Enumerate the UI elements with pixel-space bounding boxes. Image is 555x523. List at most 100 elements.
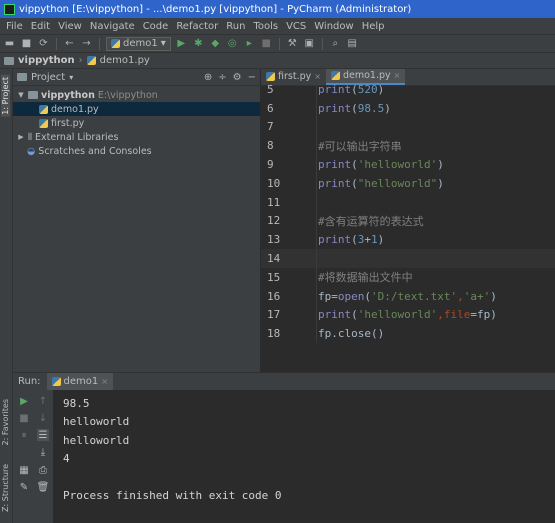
stop-icon[interactable]: ■ xyxy=(18,412,30,424)
line-number: 14 xyxy=(267,252,281,266)
code-line[interactable]: 9 print('helloworld') xyxy=(261,155,555,174)
down-icon[interactable]: ↓ xyxy=(37,412,49,424)
code-token: 1 xyxy=(371,233,378,247)
code-text: #可以输出字符串 xyxy=(318,138,402,154)
chevron-down-icon[interactable]: ▾ xyxy=(69,73,73,82)
code-token: ( xyxy=(351,158,358,172)
coverage-icon[interactable]: ◆ xyxy=(209,37,222,50)
wrench-icon[interactable]: ⚒ xyxy=(286,37,299,50)
tree-item-root[interactable]: ▼ vippython E:\vippython xyxy=(13,88,260,102)
profile-icon[interactable]: ◎ xyxy=(226,37,239,50)
menu-code[interactable]: Code xyxy=(139,21,173,32)
line-number: 7 xyxy=(267,120,274,134)
close-icon[interactable]: × xyxy=(394,71,401,80)
locate-icon[interactable]: ⊕ xyxy=(204,72,212,83)
up-icon[interactable]: ↑ xyxy=(37,395,49,407)
code-text: print('helloworld',file=fp) xyxy=(318,308,497,321)
code-line[interactable]: 15 #将数据输出文件中 xyxy=(261,267,555,287)
save-icon[interactable]: ■ xyxy=(20,37,33,50)
code-token: print xyxy=(318,308,352,322)
chevron-down-icon[interactable]: ▼ xyxy=(17,91,25,99)
code-token: ) xyxy=(377,82,385,96)
sync-icon[interactable]: ⟳ xyxy=(37,37,50,50)
hide-icon[interactable]: − xyxy=(248,72,256,83)
favorites-tool-tab[interactable]: 2: Favorites xyxy=(1,399,10,445)
debug-icon[interactable]: ✱ xyxy=(192,37,205,50)
code-line[interactable]: 10 print("helloworld") xyxy=(261,173,555,193)
run-config-select[interactable]: demo1 ▾ xyxy=(106,36,171,51)
stop-icon[interactable]: ■ xyxy=(260,37,273,50)
breadcrumb-project[interactable]: vippython xyxy=(18,55,75,66)
layout-icon[interactable]: ▦ xyxy=(18,464,30,476)
project-panel: Project ▾ ⊕ ÷ ⚙ − ▼ vippython E:\vippyth… xyxy=(13,69,261,372)
code-editor[interactable]: first.py × demo1.py × 5 print(520) 6 print(… xyxy=(261,69,555,372)
forward-icon[interactable]: → xyxy=(80,37,93,50)
tree-item-label: External Libraries xyxy=(35,131,119,143)
tree-item-first[interactable]: first.py xyxy=(13,116,260,130)
code-token: fp xyxy=(476,308,491,322)
scroll-to-end-icon[interactable]: ⤓ xyxy=(37,446,49,458)
run-tab-demo1[interactable]: demo1 × xyxy=(46,373,113,390)
tree-item-scratches[interactable]: ◒ Scratches and Consoles xyxy=(13,144,260,158)
code-line[interactable]: 12 #含有运算符的表达式 xyxy=(261,211,555,231)
tree-item-external-libraries[interactable]: ▶ ⫴ External Libraries xyxy=(13,130,260,144)
gutter xyxy=(307,155,317,174)
menu-view[interactable]: View xyxy=(54,21,86,32)
run-panel: Run: demo1 × ▶ ↑ ■ ↓ ⏸ ☰ ⤓ ▦ ⎙ ✎ 🗑 98.5 … xyxy=(13,372,555,523)
code-token: , xyxy=(437,308,444,322)
code-line[interactable]: 13 print(3+1) xyxy=(261,230,555,250)
code-line[interactable]: 8 #可以输出字符串 xyxy=(261,136,555,156)
root-name: vippython xyxy=(41,89,95,101)
menu-file[interactable]: File xyxy=(2,21,27,32)
pin-icon[interactable]: ✎ xyxy=(18,481,30,493)
python-file-icon xyxy=(330,71,340,80)
code-line[interactable]: 5 print(520) xyxy=(261,80,555,99)
soft-wrap-icon[interactable]: ☰ xyxy=(37,429,49,441)
code-line[interactable]: 16 fp=open('D:/text.txt','a+') xyxy=(261,286,555,306)
run-panel-header: Run: demo1 × xyxy=(13,373,555,390)
layout-icon[interactable]: ▤ xyxy=(346,37,359,50)
line-number: 15 xyxy=(267,270,281,284)
code-token: fp xyxy=(318,289,332,303)
project-panel-title[interactable]: Project xyxy=(31,72,65,83)
code-text: fp=open('D:/text.txt','a+') xyxy=(318,290,497,303)
menu-vcs[interactable]: VCS xyxy=(282,21,310,32)
search-icon[interactable]: ⌕ xyxy=(329,37,342,50)
menu-run[interactable]: Run xyxy=(222,21,249,32)
collapse-icon[interactable]: ÷ xyxy=(218,72,226,83)
trash-icon[interactable]: 🗑 xyxy=(37,481,50,493)
chevron-right-icon[interactable]: ▶ xyxy=(17,133,25,141)
run-icon[interactable]: ▶ xyxy=(175,37,188,50)
code-line[interactable]: 7 xyxy=(261,117,555,137)
pause-icon[interactable]: ⏸ xyxy=(18,429,30,441)
tree-item-demo1[interactable]: demo1.py xyxy=(13,102,260,116)
structure-icon[interactable]: ▣ xyxy=(303,37,316,50)
breadcrumb-file[interactable]: demo1.py xyxy=(100,55,150,66)
menu-window[interactable]: Window xyxy=(310,21,357,32)
concurrency-icon[interactable]: ▸ xyxy=(243,37,256,50)
back-icon[interactable]: ← xyxy=(63,37,76,50)
toolbar-divider xyxy=(56,37,57,50)
console-output[interactable]: 98.5 helloworld helloworld 4 Process fin… xyxy=(63,395,282,505)
print-icon[interactable]: ⎙ xyxy=(37,464,49,476)
menu-help[interactable]: Help xyxy=(358,21,389,32)
console-line: helloworld xyxy=(63,415,130,429)
menu-edit[interactable]: Edit xyxy=(27,21,54,32)
rerun-icon[interactable]: ▶ xyxy=(18,395,30,407)
open-folder-icon[interactable]: ▬ xyxy=(3,37,16,50)
menu-navigate[interactable]: Navigate xyxy=(86,21,139,32)
project-tool-tab[interactable]: 1: Project xyxy=(1,75,10,117)
code-text: #含有运算符的表达式 xyxy=(318,213,424,229)
code-line[interactable]: 11 xyxy=(261,192,555,212)
code-line[interactable]: 17 print('helloworld',file=fp) xyxy=(261,305,555,325)
close-icon[interactable]: × xyxy=(101,377,108,386)
menu-tools[interactable]: Tools xyxy=(249,21,282,32)
code-line[interactable]: 6 print(98.5) xyxy=(261,98,555,118)
code-line[interactable]: 14 xyxy=(261,249,555,268)
menu-refactor[interactable]: Refactor xyxy=(172,21,222,32)
code-token: ) xyxy=(384,101,391,115)
line-number: 18 xyxy=(267,327,281,341)
code-line[interactable]: 18 fp.close() xyxy=(261,324,555,344)
structure-tool-tab[interactable]: Z: Structure xyxy=(1,464,10,512)
gear-icon[interactable]: ⚙ xyxy=(233,72,242,83)
